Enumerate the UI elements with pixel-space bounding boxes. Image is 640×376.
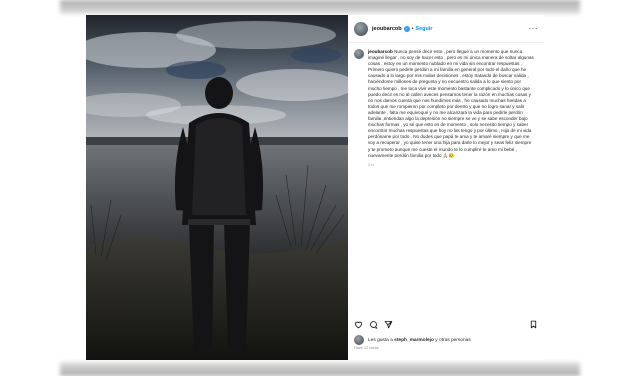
blurred-bottom-strip bbox=[60, 362, 580, 376]
avatar[interactable] bbox=[354, 21, 368, 36]
heart-icon[interactable] bbox=[354, 320, 363, 329]
bookmark-icon[interactable] bbox=[529, 320, 538, 329]
more-icon[interactable]: ··· bbox=[529, 24, 539, 33]
follow-button[interactable]: Seguir bbox=[415, 26, 432, 32]
photo-man-by-lake bbox=[86, 15, 348, 360]
caption-text: jeoubarcob Nunca pensé decir esto , pero… bbox=[368, 49, 534, 159]
caption-time: 2 h bbox=[368, 161, 374, 167]
likes-prefix: Les gusta a bbox=[368, 337, 393, 343]
share-icon[interactable] bbox=[384, 320, 393, 329]
caption-section: jeoubarcob Nunca pensé decir esto , pero… bbox=[348, 43, 544, 167]
caption-username[interactable]: jeoubarcob bbox=[368, 49, 393, 54]
comment-icon[interactable] bbox=[369, 320, 378, 329]
likes-text: Les gusta a steph_marmolejo y otras pers… bbox=[368, 338, 471, 343]
caption-content: Nunca pensé decir esto , pero llegué a u… bbox=[368, 49, 534, 158]
verified-icon: ✓ bbox=[403, 25, 410, 32]
likes-row: Les gusta a steph_marmolejo y otras pers… bbox=[354, 335, 471, 345]
post-side-panel: jeoubarcob ✓ • Seguir ··· jeoubarcob Nun… bbox=[348, 15, 544, 360]
post-timestamp[interactable]: Hace 12 horas bbox=[354, 346, 379, 350]
likes-suffix[interactable]: y otras personas bbox=[435, 338, 470, 343]
header-username[interactable]: jeoubarcob bbox=[372, 26, 402, 32]
blurred-top-strip bbox=[60, 0, 580, 14]
liker-avatar[interactable] bbox=[354, 335, 364, 345]
post-header: jeoubarcob ✓ • Seguir ··· bbox=[348, 15, 544, 43]
caption-body: jeoubarcob Nunca pensé decir esto , pero… bbox=[368, 49, 534, 167]
caption-avatar[interactable] bbox=[354, 49, 364, 59]
action-bar bbox=[354, 317, 538, 331]
separator-dot: • bbox=[411, 25, 414, 32]
post-photo[interactable] bbox=[86, 15, 348, 360]
likes-user[interactable]: steph_marmolejo bbox=[394, 338, 434, 343]
instagram-post: jeoubarcob ✓ • Seguir ··· jeoubarcob Nun… bbox=[86, 15, 544, 360]
